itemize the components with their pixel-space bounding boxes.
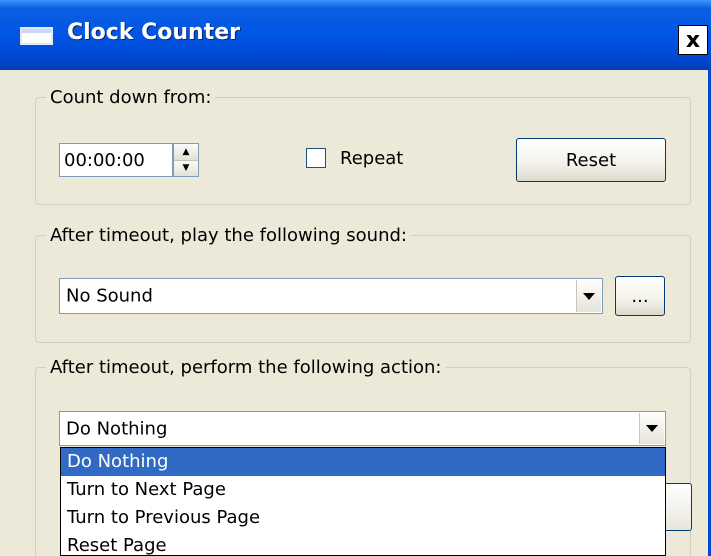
countdown-legend: Count down from:: [50, 87, 212, 108]
window-icon: [20, 27, 53, 45]
chevron-down-icon[interactable]: [576, 280, 601, 312]
action-select-value: Do Nothing: [66, 418, 168, 439]
repeat-checkbox[interactable]: [306, 148, 326, 168]
clock-counter-dialog: Clock Counter x Count down from: 00:00:0…: [0, 0, 711, 556]
sound-legend: After timeout, play the following sound:: [50, 225, 407, 246]
action-legend: After timeout, perform the following act…: [50, 357, 442, 378]
close-icon: x: [685, 27, 701, 53]
spin-down-icon[interactable]: ▼: [174, 160, 198, 176]
action-select[interactable]: Do Nothing: [59, 411, 666, 446]
dropdown-option-next-page[interactable]: Turn to Next Page: [61, 476, 665, 504]
chevron-down-icon[interactable]: [639, 413, 664, 444]
countdown-time-spinner[interactable]: ▲ ▼: [173, 143, 199, 177]
sound-select[interactable]: No Sound: [59, 278, 603, 314]
browse-sound-button[interactable]: ...: [615, 276, 665, 316]
dropdown-option-do-nothing[interactable]: Do Nothing: [61, 448, 665, 476]
repeat-label: Repeat: [340, 148, 404, 169]
dropdown-option-reset-page[interactable]: Reset Page: [61, 532, 665, 556]
window-title: Clock Counter: [67, 20, 241, 45]
sound-select-value: No Sound: [66, 285, 153, 307]
close-button[interactable]: x: [678, 25, 708, 55]
reset-button[interactable]: Reset: [516, 138, 666, 182]
partially-hidden-button[interactable]: [666, 483, 692, 531]
dropdown-option-previous-page[interactable]: Turn to Previous Page: [61, 504, 665, 532]
title-bar[interactable]: Clock Counter x: [0, 0, 711, 70]
spin-up-icon[interactable]: ▲: [174, 144, 198, 161]
action-dropdown-list: Do Nothing Turn to Next Page Turn to Pre…: [60, 447, 666, 556]
countdown-time-input[interactable]: 00:00:00: [59, 143, 173, 177]
